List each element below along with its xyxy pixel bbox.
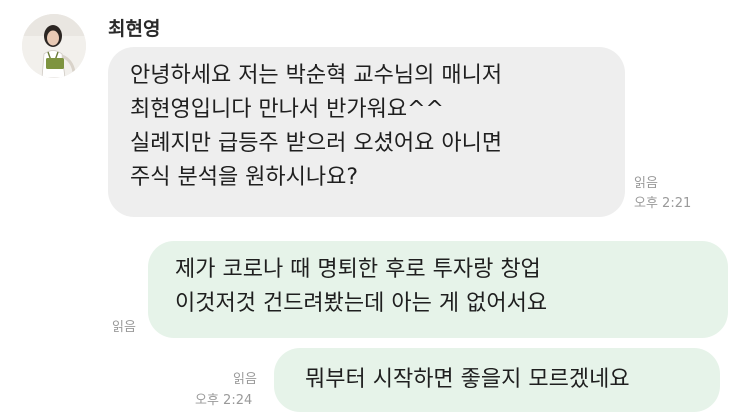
message-bubble-incoming[interactable]: 안녕하세요 저는 박순혁 교수님의 매니저 최현영입니다 만나서 반가워요^^ … xyxy=(108,47,625,217)
message-line: 이것저것 건드려봤는데 아는 게 없어서요 xyxy=(175,291,548,316)
message-timestamp: 오후 2:21 xyxy=(634,196,692,211)
read-receipt: 읽음 xyxy=(233,372,257,387)
message-line: 안녕하세요 저는 박순혁 교수님의 매니저 xyxy=(130,63,503,88)
message-timestamp: 오후 2:24 xyxy=(195,393,253,408)
message-line: 실례지만 급등주 받으러 오셨어요 아니면 xyxy=(130,131,503,156)
chat-screen: 최현영 안녕하세요 저는 박순혁 교수님의 매니저 최현영입니다 만나서 반가워… xyxy=(0,0,743,413)
read-receipt: 읽음 xyxy=(634,176,658,191)
sender-name: 최현영 xyxy=(108,18,161,40)
message-line: 최현영입니다 만나서 반가워요^^ xyxy=(130,97,444,122)
read-receipt: 읽음 xyxy=(112,320,136,335)
message-bubble-outgoing[interactable]: 뭐부터 시작하면 좋을지 모르겠네요 xyxy=(274,348,720,412)
profile-photo-icon xyxy=(22,14,86,78)
message-line: 뭐부터 시작하면 좋을지 모르겠네요 xyxy=(305,367,630,392)
message-line: 제가 코로나 때 명퇴한 후로 투자랑 창업 xyxy=(175,257,541,282)
message-bubble-outgoing[interactable]: 제가 코로나 때 명퇴한 후로 투자랑 창업 이것저것 건드려봤는데 아는 게 … xyxy=(148,241,728,338)
message-line: 주식 분석을 원하시나요? xyxy=(130,165,359,190)
avatar[interactable] xyxy=(22,14,86,78)
